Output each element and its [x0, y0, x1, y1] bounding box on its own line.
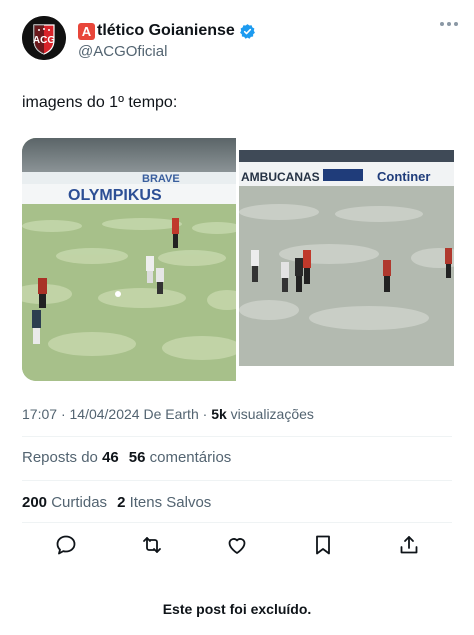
- reposts-label: Reposts do: [22, 449, 98, 466]
- club-crest-icon: ACG: [22, 16, 66, 60]
- views-count: 5k: [211, 406, 227, 422]
- reply-icon[interactable]: [54, 533, 78, 557]
- share-icon[interactable]: [397, 533, 421, 557]
- saves-label: Itens Salvos: [129, 494, 212, 511]
- tweet-date[interactable]: 14/04/2024: [70, 406, 140, 422]
- match-photo-2[interactable]: AMBUCANAS Continer: [239, 150, 454, 366]
- saves-link[interactable]: 2 Itens Salvos: [117, 494, 211, 511]
- saves-count: 2: [117, 494, 126, 511]
- heart-icon[interactable]: [225, 533, 249, 557]
- verified-badge-icon: [239, 23, 255, 39]
- author-name-row[interactable]: A tlético Goianiense: [78, 21, 256, 41]
- likes-link[interactable]: 200 Curtidas: [22, 494, 107, 511]
- match-photo-1[interactable]: BRAVE OLYMPIKUS: [22, 138, 236, 381]
- comments-count: 56: [128, 449, 146, 466]
- action-bar: [22, 533, 452, 559]
- repost-icon[interactable]: [140, 533, 164, 557]
- author-handle[interactable]: @ACGOficial: [78, 43, 167, 60]
- tweet-time[interactable]: 17:07: [22, 406, 57, 422]
- views-label: visualizações: [230, 406, 314, 422]
- tweet-header: ACG A tlético Goianiense @ACGOficial: [22, 16, 462, 66]
- comments-link[interactable]: 56 comentários: [129, 449, 232, 466]
- divider: [22, 480, 452, 481]
- photo2-banner-left: AMBUCANAS: [241, 170, 320, 184]
- bookmark-icon[interactable]: [311, 533, 335, 557]
- divider: [22, 436, 452, 437]
- deleted-post-notice: Este post foi excluído.: [162, 601, 312, 617]
- source-prefix: De: [143, 406, 162, 422]
- tweet-text: imagens do 1º tempo:: [22, 94, 178, 111]
- comments-label: comentários: [149, 449, 232, 466]
- reposts-count: 46: [102, 449, 119, 466]
- likes-count: 200: [22, 494, 48, 511]
- photo2-banner-right: Continer: [377, 169, 430, 184]
- engagement-row-2: 200 Curtidas 2 Itens Salvos: [22, 494, 211, 511]
- author-name[interactable]: tlético Goianiense: [97, 22, 235, 40]
- name-emoji-badge: A: [78, 22, 95, 40]
- photo1-banner-top: BRAVE: [142, 173, 180, 185]
- more-options-icon[interactable]: [440, 22, 458, 26]
- photo1-banner: OLYMPIKUS: [68, 187, 162, 204]
- tweet-source: Earth: [165, 406, 199, 422]
- tweet-meta: 17:07 · 14/04/2024 De Earth · 5k visuali…: [22, 406, 314, 422]
- divider: [22, 522, 452, 523]
- engagement-row-1: Reposts do 46 56 comentários: [22, 449, 231, 466]
- avatar[interactable]: ACG: [22, 16, 66, 60]
- media-grid: BRAVE OLYMPIKUS AMBUCANAS Continer: [22, 138, 454, 381]
- svg-text:ACG: ACG: [33, 35, 55, 46]
- likes-label: Curtidas: [51, 494, 108, 511]
- reposts-link[interactable]: Reposts do 46: [22, 449, 119, 466]
